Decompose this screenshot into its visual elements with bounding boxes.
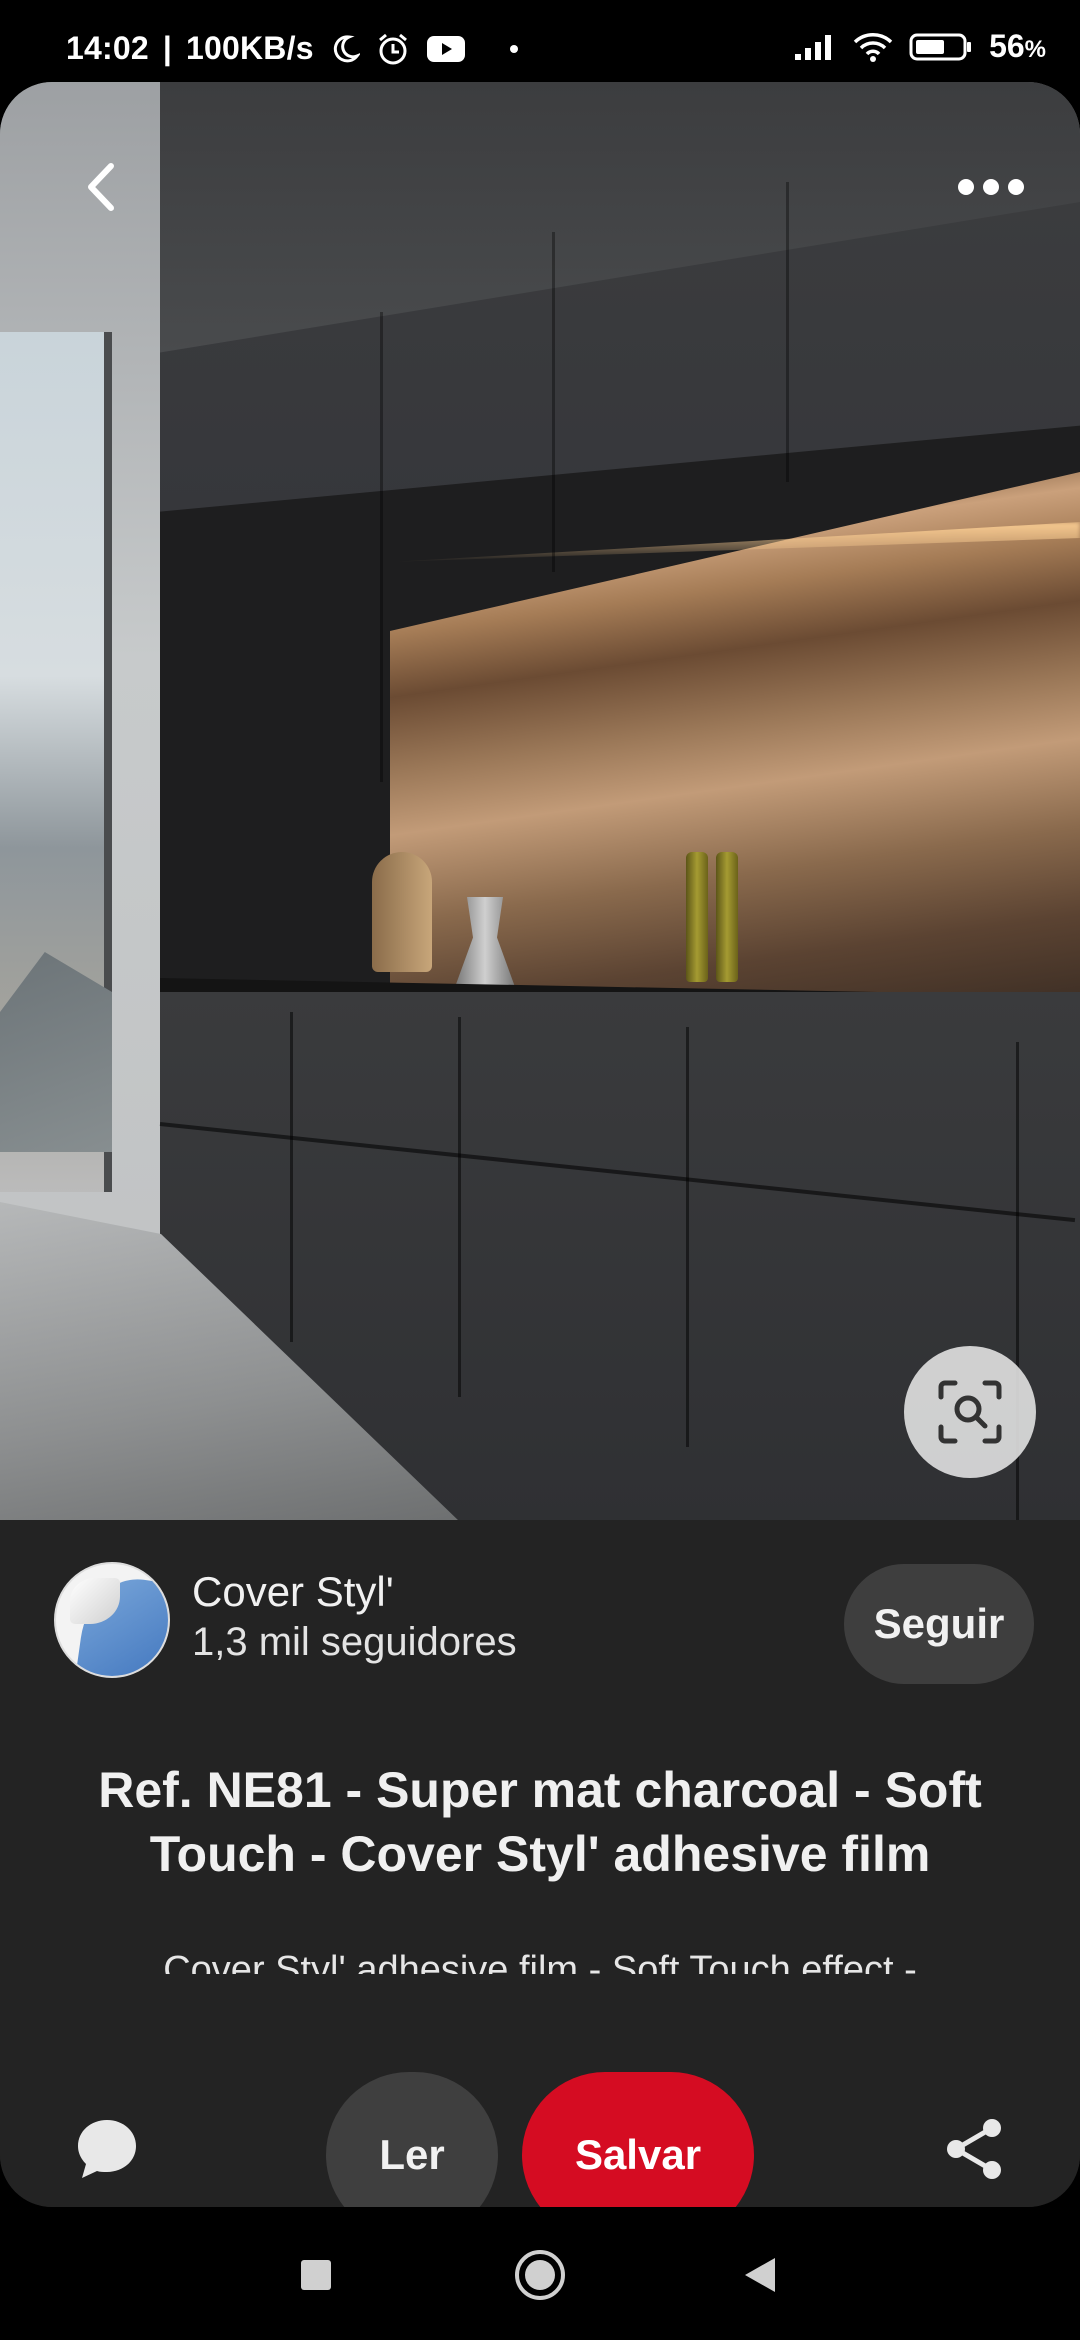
status-left: 14:02 | 100KB/s bbox=[66, 30, 518, 67]
chevron-left-icon bbox=[88, 163, 114, 211]
creator-followers: 1,3 mil seguidores bbox=[192, 1620, 517, 1664]
notification-dot bbox=[509, 44, 518, 53]
comment-bubble-icon bbox=[78, 2120, 136, 2178]
follow-button[interactable]: Seguir bbox=[844, 1564, 1034, 1684]
image-cutting-board bbox=[372, 852, 432, 972]
moon-icon bbox=[333, 34, 360, 62]
status-network-speed: 100KB/s bbox=[186, 30, 314, 66]
visual-search-button[interactable] bbox=[904, 1346, 1036, 1478]
youtube-icon bbox=[426, 35, 465, 62]
back-button[interactable] bbox=[66, 152, 136, 222]
status-separator: | bbox=[162, 30, 172, 66]
image-bottle bbox=[686, 852, 708, 982]
read-button[interactable]: Ler bbox=[326, 2072, 498, 2207]
image-seam bbox=[290, 1012, 293, 1342]
creator-name[interactable]: Cover Styl' bbox=[192, 1568, 394, 1616]
image-seam bbox=[458, 1017, 461, 1397]
battery-icon bbox=[909, 33, 972, 60]
pin-card: Cover Styl' 1,3 mil seguidores Seguir Re… bbox=[0, 82, 1080, 2207]
status-right: 56% bbox=[793, 28, 1046, 65]
action-bar: Ler Salvar bbox=[0, 1990, 1080, 2207]
creator-avatar[interactable] bbox=[54, 1562, 170, 1678]
battery-unit: % bbox=[1024, 36, 1046, 63]
home-button[interactable] bbox=[510, 2245, 570, 2305]
lens-search-icon bbox=[938, 1380, 1002, 1444]
image-bottle bbox=[716, 852, 738, 982]
creator-row: Cover Styl' 1,3 mil seguidores Seguir bbox=[54, 1562, 1034, 1692]
pin-image[interactable] bbox=[0, 82, 1080, 1520]
pin-title: Ref. NE81 - Super mat charcoal - Soft To… bbox=[98, 1762, 982, 1882]
wifi-icon bbox=[853, 32, 893, 62]
battery-level: 56% bbox=[989, 28, 1046, 64]
more-options-button[interactable] bbox=[946, 152, 1036, 222]
recents-button[interactable] bbox=[286, 2245, 346, 2305]
share-button[interactable] bbox=[940, 2114, 1020, 2194]
status-time: 14:02 bbox=[66, 30, 149, 66]
image-seam bbox=[552, 232, 555, 572]
image-seam bbox=[786, 182, 789, 482]
circle-home-icon bbox=[515, 2250, 565, 2300]
square-icon bbox=[301, 2260, 331, 2290]
pin-description: Cover Styl' adhesive film - Soft Touch e… bbox=[163, 1949, 917, 1974]
image-window bbox=[0, 332, 112, 1192]
back-nav-button[interactable] bbox=[730, 2245, 790, 2305]
system-nav-bar bbox=[0, 2207, 1080, 2340]
image-seam bbox=[380, 312, 383, 782]
share-icon bbox=[947, 2119, 1001, 2179]
status-bar: 14:02 | 100KB/s 56% bbox=[0, 0, 1080, 86]
triangle-back-icon bbox=[745, 2258, 775, 2292]
save-button[interactable]: Salvar bbox=[522, 2072, 754, 2207]
signal-icon bbox=[795, 34, 832, 60]
image-seam bbox=[686, 1027, 689, 1447]
alarm-icon bbox=[378, 33, 407, 64]
comment-button[interactable] bbox=[72, 2114, 152, 2194]
more-horizontal-icon bbox=[958, 179, 1024, 195]
